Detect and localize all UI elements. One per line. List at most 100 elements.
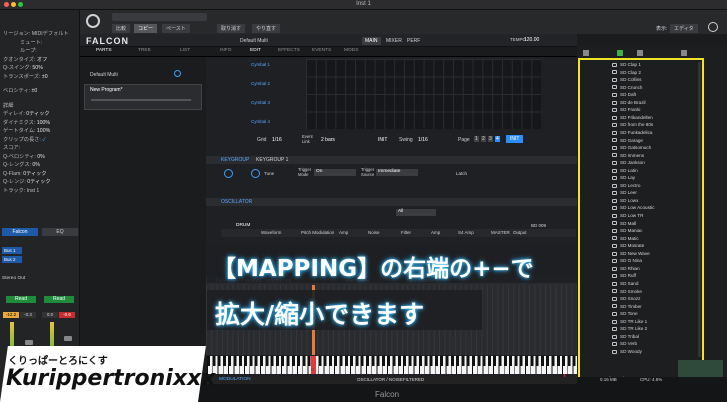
qrange-value[interactable]: 0ティック (27, 179, 50, 185)
black-keys[interactable] (207, 356, 577, 366)
sample-item[interactable]: SD TR Like 1 (620, 319, 647, 324)
sample-item[interactable]: SD Immens (620, 153, 644, 158)
mixer-button[interactable]: MIXER (383, 37, 405, 45)
pan-knob[interactable] (251, 169, 260, 178)
cymbal-4-label[interactable]: Cymbal 4 (251, 119, 270, 124)
sample-item[interactable]: SD Lay (620, 175, 635, 180)
sample-item[interactable]: SD Lowx (620, 198, 638, 203)
tab-list[interactable]: LIST (180, 48, 190, 53)
sample-item[interactable]: SD Clap 2 (620, 70, 641, 75)
sample-item[interactable]: SD Gatsomuch (620, 145, 651, 150)
sample-item[interactable]: SD O Nina (620, 258, 642, 263)
preset-menu[interactable] (112, 13, 207, 21)
part-default[interactable]: Default Multi (90, 72, 118, 78)
trigger-mode-select[interactable]: On (314, 169, 356, 176)
sample-item[interactable]: SD Funkadelica (620, 130, 652, 135)
quantize-value[interactable]: オフ (37, 57, 47, 63)
falcon-slot[interactable]: Falcon (2, 228, 38, 236)
sample-icon[interactable] (681, 50, 687, 56)
sample-item[interactable]: SD Sand (620, 281, 638, 286)
tab-info[interactable]: INFO (220, 48, 231, 53)
program-name[interactable]: New Program* (90, 87, 123, 93)
perf-button[interactable]: PERF (404, 37, 423, 45)
bars-value[interactable]: 2 bars (321, 137, 335, 143)
tempo-value[interactable]: 120.00 (524, 37, 539, 43)
stereo-out-slot[interactable]: Stereo Out (2, 276, 42, 283)
sample-item[interactable]: SD Low Acoustic (620, 205, 654, 210)
sample-item[interactable]: SD Snozz (620, 296, 640, 301)
volume-readout-1[interactable]: -12.2 (3, 312, 19, 318)
sample-item[interactable]: SD Mall (620, 221, 636, 226)
sample-item[interactable]: SD Rhian (620, 266, 640, 271)
tab-mods[interactable]: MODS (344, 48, 358, 53)
gate-value[interactable]: 100% (37, 128, 50, 134)
detail-header[interactable]: 詳細 (0, 102, 79, 111)
preset-icon[interactable] (637, 50, 643, 56)
sample-item[interactable]: SD Collins (620, 77, 641, 82)
qlen-value[interactable]: 0% (32, 162, 40, 168)
page-1[interactable]: 1 (474, 136, 479, 142)
fader-2[interactable] (64, 336, 72, 341)
read-button-2[interactable]: Read (44, 296, 74, 303)
checkbox-icon[interactable]: ✓ (42, 137, 46, 143)
sample-item[interactable]: SD Crunch (620, 85, 642, 90)
sample-item[interactable]: SD Frikandellen (620, 115, 653, 120)
delay-value[interactable]: 0ティック (26, 111, 49, 117)
view-select[interactable]: エディタ (670, 24, 698, 33)
qflam-value[interactable]: 0ティック (23, 171, 46, 177)
sample-item[interactable]: SD Maniac (620, 228, 642, 233)
sample-item[interactable]: SD Latin (620, 168, 638, 173)
sample-item[interactable]: SD Matic (620, 236, 639, 241)
tab-tree[interactable]: TREE (138, 48, 151, 53)
part-knob[interactable] (174, 70, 181, 77)
qswing-value[interactable]: 50% (32, 65, 42, 71)
read-button-1[interactable]: Read (6, 296, 36, 303)
grid-value[interactable]: 1/16 (272, 137, 282, 143)
preset-name[interactable]: Default Multi (240, 38, 268, 44)
browser-scrollbar[interactable] (698, 62, 701, 357)
sample-item[interactable]: SD Low TR (620, 213, 643, 218)
page-4[interactable]: 4 (495, 136, 500, 142)
sample-item[interactable]: SD Ruff (620, 273, 636, 278)
velocity-value[interactable]: ±0 (32, 88, 38, 94)
tab-edit[interactable]: EDIT (250, 48, 261, 53)
sample-item[interactable]: SD de Brazil (620, 100, 646, 105)
sample-item[interactable]: SD TR Like 2 (620, 326, 647, 331)
sample-item[interactable]: SD Franki (620, 107, 640, 112)
sample-item[interactable]: SD Mosrate (620, 243, 644, 248)
folder-icon[interactable] (583, 50, 589, 56)
active-browser-icon[interactable] (617, 50, 623, 56)
link-icon[interactable] (708, 22, 718, 32)
dynamics-value[interactable]: 100% (37, 120, 50, 126)
cymbal-1-label[interactable]: Cymbal 1 (251, 62, 270, 67)
swing-value[interactable]: 1/16 (418, 137, 428, 143)
trigger-source-select[interactable]: Immediate (376, 169, 418, 176)
sample-item[interactable]: SD Tone (620, 311, 638, 316)
program-box[interactable]: New Program* (84, 84, 202, 110)
sample-item[interactable]: SD Lectro (620, 183, 640, 188)
drum-preset[interactable]: BD 009 (531, 223, 546, 228)
bus2-slot[interactable]: Bus 2 (2, 256, 22, 263)
undo-button[interactable]: 取り消す (217, 24, 246, 33)
sample-item[interactable]: SD Garage (620, 138, 643, 143)
keygroup-name[interactable]: KEYGROUP 1 (256, 157, 288, 163)
osc-filter-select[interactable]: All (396, 209, 436, 216)
init-button[interactable]: INIT (506, 135, 524, 143)
cymbal-3-label[interactable]: Cymbal 3 (251, 100, 270, 105)
sample-item[interactable]: SD Daft (620, 92, 636, 97)
volume-readout-2[interactable]: 0.0 (42, 312, 58, 318)
program-volume-slider[interactable] (91, 99, 191, 101)
sample-item[interactable]: SD Tribal (620, 334, 639, 339)
transpose-value[interactable]: ±0 (42, 74, 48, 80)
sample-item[interactable]: SD New Wave (620, 251, 650, 256)
redo-button[interactable]: やり直す (252, 24, 281, 33)
drum-label[interactable]: DRUM (236, 223, 250, 228)
main-button[interactable]: MAIN (362, 37, 381, 45)
qvel-value[interactable]: 0% (37, 154, 45, 160)
volume-knob[interactable] (224, 169, 233, 178)
fader-1[interactable] (25, 340, 33, 345)
sample-item[interactable]: SD Verb (620, 341, 637, 346)
page-3[interactable]: 3 (488, 136, 493, 142)
piano-keyboard[interactable]: C (207, 356, 577, 374)
compare-button[interactable]: 比較 (112, 24, 131, 33)
